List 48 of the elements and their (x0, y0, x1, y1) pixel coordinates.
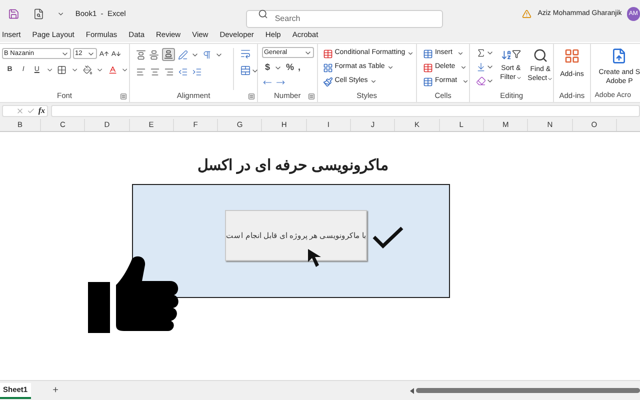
borders-icon[interactable] (57, 65, 67, 76)
fill-down-icon[interactable] (476, 62, 486, 72)
number-format-button[interactable]: % (286, 61, 294, 74)
dialog-launcher-icon[interactable] (248, 92, 255, 100)
dialog-launcher-icon[interactable] (120, 92, 127, 100)
increase-font-icon[interactable] (99, 48, 109, 58)
search-field[interactable]: Search (246, 10, 444, 28)
caret-icon (547, 76, 554, 82)
paragraph-direction-icon[interactable] (202, 50, 212, 60)
add-ins-icon (564, 48, 580, 64)
autosum-icon[interactable] (476, 48, 486, 58)
add-sheet-button[interactable]: + (52, 383, 58, 398)
font-color-icon[interactable] (108, 65, 118, 76)
align-bottom-icon (164, 50, 173, 59)
magnifier-icon (532, 48, 548, 63)
cancel-icon (16, 107, 24, 115)
eraser-icon[interactable] (476, 76, 486, 86)
customize-toolbar-icon[interactable] (56, 10, 64, 18)
sheet-heading: ماکرونویسی حرفه ای در اکسل (196, 156, 390, 176)
scrollbar-track[interactable] (410, 388, 640, 394)
wrap-text-icon[interactable] (240, 48, 251, 59)
save-icon[interactable] (8, 8, 20, 20)
fill-color-icon[interactable] (82, 65, 92, 76)
decrease-font-icon[interactable] (111, 48, 121, 58)
increase-indent-icon[interactable] (192, 67, 202, 77)
dialog-launcher-icon[interactable] (308, 92, 315, 100)
sort-filter-icon (500, 48, 521, 62)
dropdown-caret-icon[interactable] (121, 66, 129, 74)
align-bottom-button[interactable] (162, 48, 175, 61)
align-middle-icon[interactable] (149, 50, 159, 60)
decrease-indent-icon[interactable] (178, 67, 188, 77)
formula-input[interactable] (51, 105, 640, 117)
document-search-icon[interactable] (33, 8, 45, 20)
search-icon (258, 9, 268, 19)
align-center-icon[interactable] (150, 67, 160, 77)
name-box[interactable]: fx (2, 105, 48, 117)
caret-icon (386, 64, 394, 71)
number-format-button[interactable]: , (298, 61, 301, 74)
align-right-icon[interactable] (164, 67, 174, 77)
caret-icon (516, 74, 522, 80)
checkmark-icon (372, 225, 404, 249)
caret-icon (370, 78, 377, 85)
thumbs-up-icon (88, 255, 180, 333)
align-top-icon[interactable] (136, 50, 146, 60)
file-upload-icon (611, 48, 628, 64)
caret-icon (407, 50, 414, 57)
align-left-icon[interactable] (136, 67, 146, 77)
number-format-button[interactable]: $ (265, 61, 270, 74)
